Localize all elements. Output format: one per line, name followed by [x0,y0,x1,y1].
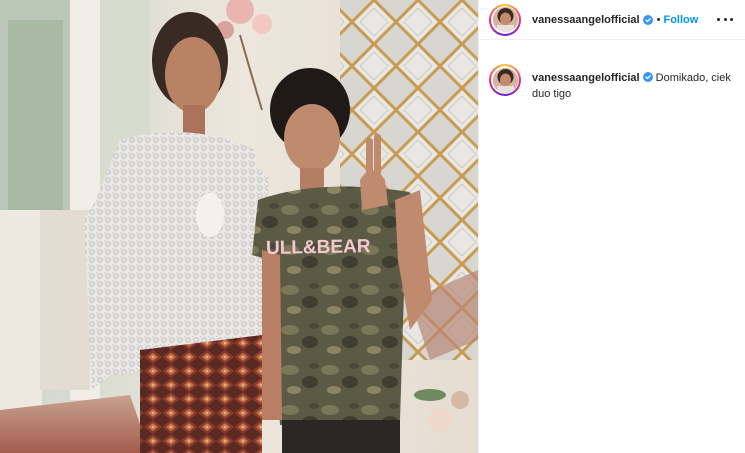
verified-badge-icon [642,72,653,82]
post-side-panel: vanessaangelofficial • Follow vanessaang… [478,0,745,453]
post-header: vanessaangelofficial • Follow [479,0,745,40]
instagram-post: ULL&BEAR vanessaangelofficial • Follow v… [0,0,745,453]
avatar-image [492,67,518,93]
shirt-print-text: ULL&BEAR [265,236,371,259]
caption-story-ring[interactable] [489,64,521,96]
verified-badge-icon [642,14,653,25]
more-dot [730,17,733,21]
post-photo[interactable]: ULL&BEAR [0,0,478,453]
avatar-image [492,7,518,32]
follow-button[interactable]: Follow [663,14,698,26]
post-caption: vanessaangelofficial Domikado, ciek duo … [479,40,745,102]
caption-text: vanessaangelofficial Domikado, ciek duo … [532,70,732,102]
caption-avatar[interactable] [492,67,518,93]
post-image [0,0,478,453]
story-ring[interactable] [489,3,521,36]
header-username[interactable]: vanessaangelofficial [532,14,640,26]
more-options-icon[interactable] [717,12,733,26]
header-separator: • [656,13,661,26]
caption-username[interactable]: vanessaangelofficial [532,72,640,84]
more-dot [717,17,720,21]
more-dot [723,17,727,21]
avatar[interactable] [492,7,518,32]
